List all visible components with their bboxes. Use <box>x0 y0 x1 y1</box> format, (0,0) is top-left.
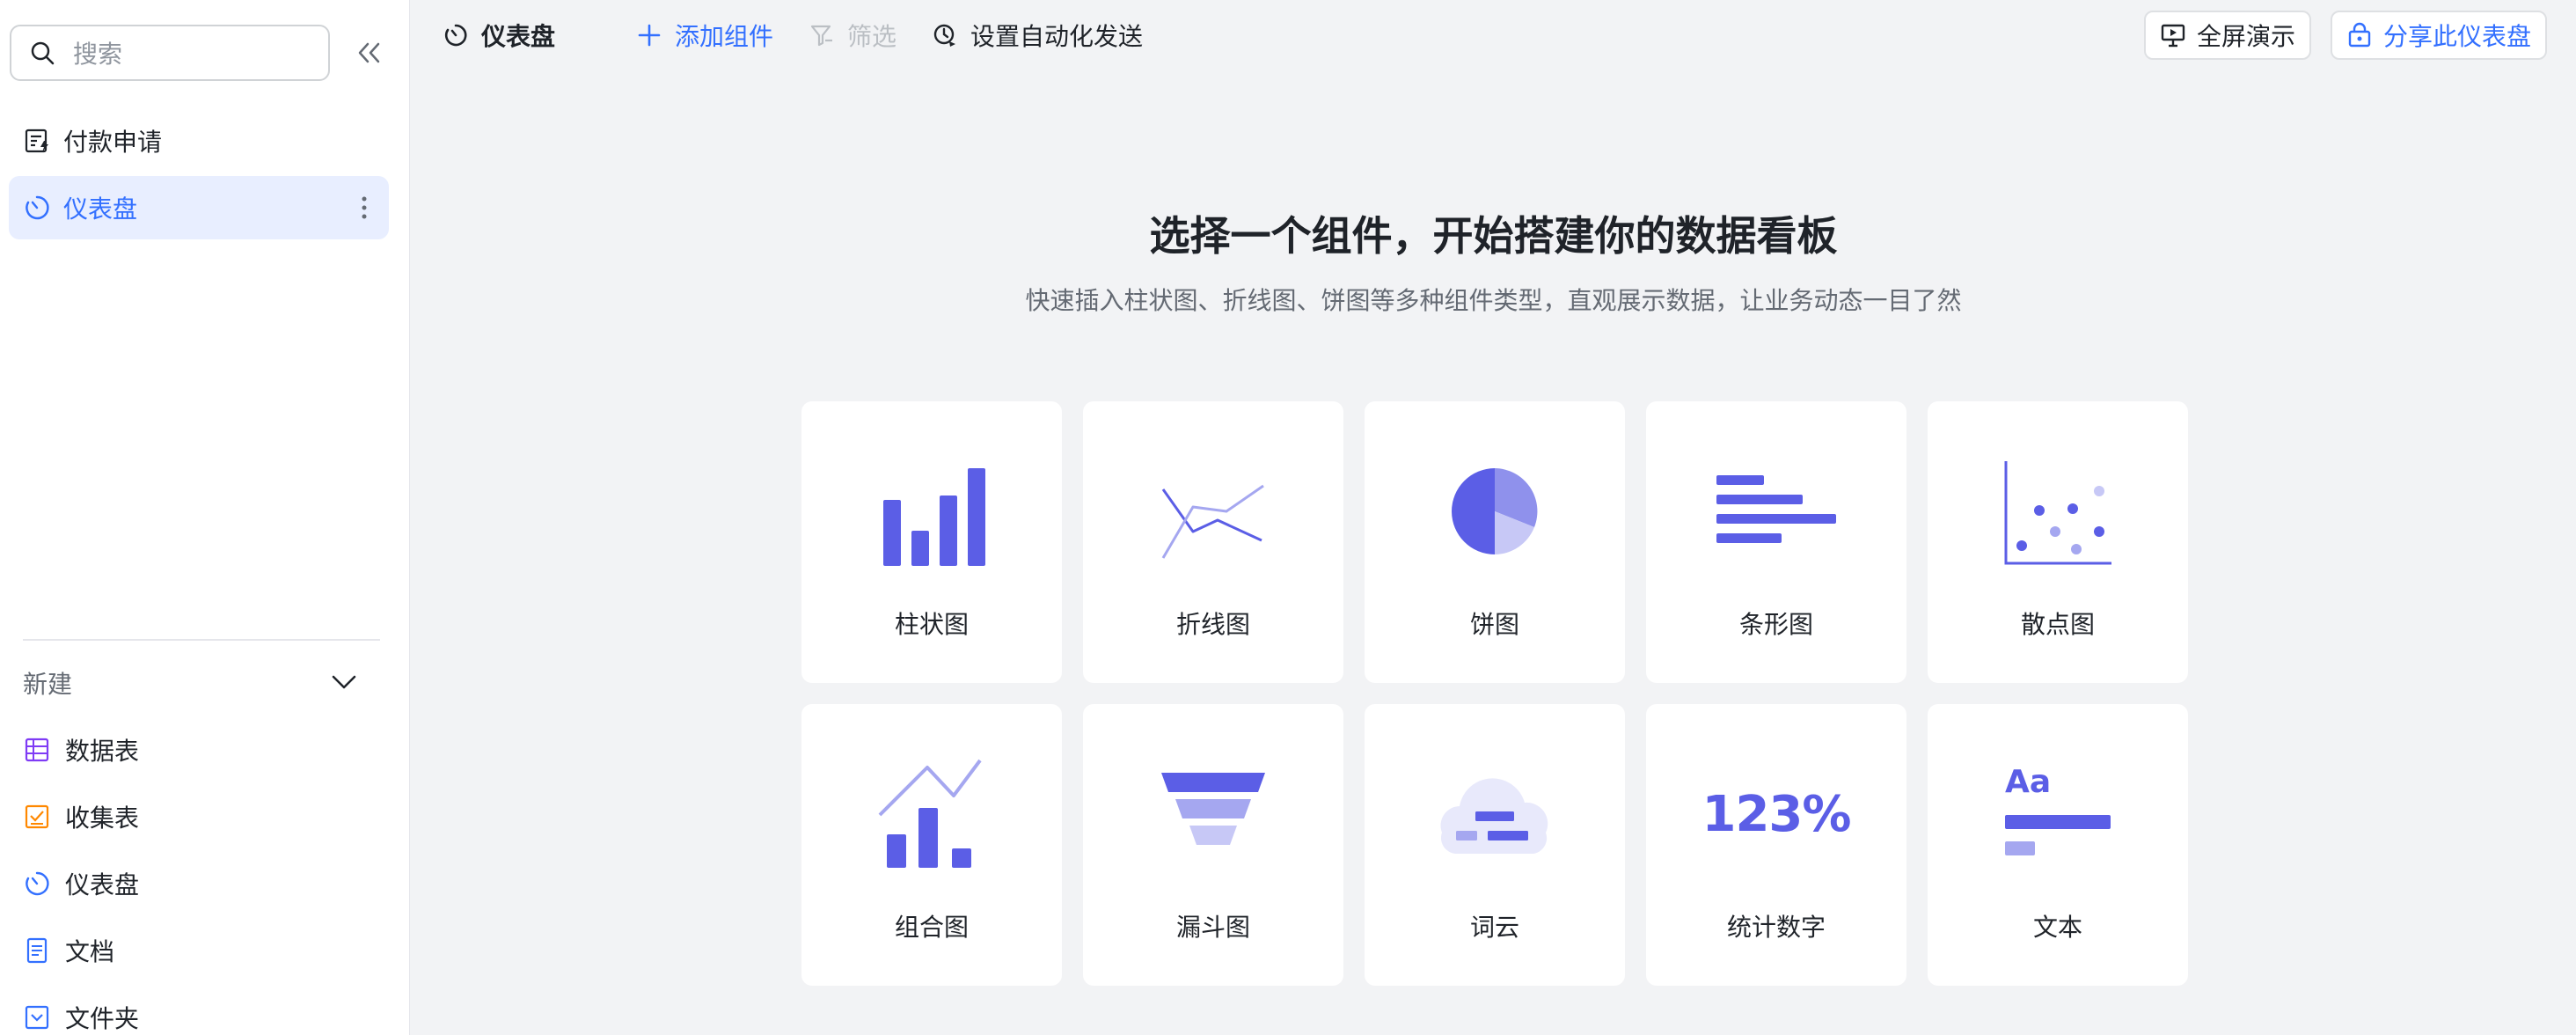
sidebar-item-dashboard[interactable]: 仪表盘 <box>9 176 389 239</box>
component-label: 文本 <box>2032 913 2082 942</box>
dashboard-icon <box>444 24 467 47</box>
share-label: 分享此仪表盘 <box>2383 22 2532 51</box>
funnel-chart-icon <box>1161 773 1265 845</box>
new-folder[interactable]: 文件夹 <box>23 996 139 1035</box>
more-options-icon[interactable] <box>361 195 368 220</box>
component-card-funnel-chart[interactable]: 漏斗图 <box>1083 704 1343 986</box>
new-item-label: 文件夹 <box>65 1004 140 1033</box>
new-dashboard[interactable]: 仪表盘 <box>23 862 139 905</box>
plus-icon <box>638 24 661 47</box>
new-item-label: 收集表 <box>65 804 140 833</box>
horizontal-bar-chart-icon <box>1716 475 1836 543</box>
auto-send-button[interactable]: 设置自动化发送 <box>932 18 1143 53</box>
word-cloud-icon <box>1440 778 1548 855</box>
component-card-word-cloud[interactable]: 词云 <box>1365 704 1625 986</box>
lock-share-icon <box>2348 22 2371 48</box>
component-card-combo-chart[interactable]: 组合图 <box>801 704 1062 986</box>
share-dashboard-button[interactable]: 分享此仪表盘 <box>2331 11 2548 60</box>
dashboard-icon <box>26 195 49 220</box>
sidebar-divider <box>23 639 380 641</box>
text-line-bar <box>2005 815 2111 829</box>
component-label: 散点图 <box>2020 610 2095 639</box>
new-section-label: 新建 <box>23 670 73 699</box>
clock-send-icon <box>933 24 955 47</box>
text-sample-aa: Aa <box>2005 764 2052 800</box>
component-label: 词云 <box>1469 913 1519 942</box>
scatter-chart-icon <box>2004 461 2111 565</box>
component-label: 组合图 <box>894 913 969 942</box>
new-document[interactable]: 文档 <box>23 929 114 972</box>
auto-send-label: 设置自动化发送 <box>970 22 1144 51</box>
search-placeholder: 搜索 <box>73 40 123 69</box>
component-label: 漏斗图 <box>1175 913 1250 942</box>
table-icon <box>25 738 49 762</box>
top-toolbar: 仪表盘 添加组件 筛选 设置自动化发送 全屏演示 分享此仪表盘 <box>411 0 2576 70</box>
collapse-sidebar-icon[interactable] <box>354 37 385 69</box>
chevron-down-icon[interactable] <box>329 669 359 695</box>
component-card-statistic-number[interactable]: 123% 统计数字 <box>1646 704 1906 986</box>
new-item-label: 数据表 <box>65 737 140 766</box>
pie-chart-icon <box>1452 468 1538 554</box>
fullscreen-present-button[interactable]: 全屏演示 <box>2144 11 2312 60</box>
combo-chart-icon <box>878 759 982 868</box>
new-item-label: 仪表盘 <box>65 870 140 899</box>
add-component-label: 添加组件 <box>675 22 774 51</box>
filter-icon <box>810 25 832 47</box>
empty-state-title: 选择一个组件，开始搭建你的数据看板 <box>1149 212 1838 260</box>
page-title-text: 仪表盘 <box>481 22 556 51</box>
text-icon: Aa <box>1928 757 2188 871</box>
sidebar: 搜索 付款申请 仪表盘 新建 数据表 收集表 仪表盘 文档 文件夹 <box>0 0 410 1035</box>
line-chart-icon <box>1161 484 1264 559</box>
statistic-number-sample: 123% <box>1701 785 1851 843</box>
component-label: 饼图 <box>1469 610 1519 639</box>
add-component-button[interactable]: 添加组件 <box>636 18 773 53</box>
form-collect-icon <box>25 804 49 829</box>
dashboard-icon <box>26 871 49 896</box>
new-data-table[interactable]: 数据表 <box>23 729 139 771</box>
form-icon <box>25 128 48 153</box>
text-line-bar-short <box>2005 841 2035 855</box>
new-collect-form[interactable]: 收集表 <box>23 796 139 838</box>
fullscreen-label: 全屏演示 <box>2197 22 2296 51</box>
empty-state-subtitle: 快速插入柱状图、折线图、饼图等多种组件类型，直观展示数据，让业务动态一目了然 <box>1025 286 1962 315</box>
sidebar-item-label: 付款申请 <box>63 128 163 157</box>
search-icon <box>31 41 55 65</box>
component-card-bar-chart[interactable]: 柱状图 <box>801 401 1062 683</box>
doc-icon <box>26 937 48 964</box>
component-label: 折线图 <box>1175 610 1250 639</box>
component-label: 柱状图 <box>894 610 969 639</box>
bar-chart-icon <box>883 468 985 566</box>
search-input[interactable]: 搜索 <box>10 25 330 81</box>
presentation-icon <box>2161 24 2185 48</box>
page-title: 仪表盘 <box>443 18 555 53</box>
sidebar-item-payment-request[interactable]: 付款申请 <box>9 109 389 172</box>
sidebar-item-label: 仪表盘 <box>63 195 138 224</box>
new-item-label: 文档 <box>65 937 115 966</box>
component-card-text[interactable]: Aa 文本 <box>1928 704 2188 986</box>
component-card-line-chart[interactable]: 折线图 <box>1083 401 1343 683</box>
folder-icon <box>25 1005 49 1030</box>
component-label: 条形图 <box>1738 610 1813 639</box>
component-card-pie-chart[interactable]: 饼图 <box>1365 401 1625 683</box>
statistic-number-icon: 123% <box>1646 757 1906 871</box>
filter-button[interactable]: 筛选 <box>809 18 896 53</box>
component-card-scatter-chart[interactable]: 散点图 <box>1928 401 2188 683</box>
filter-label: 筛选 <box>847 22 897 51</box>
component-card-horizontal-bar-chart[interactable]: 条形图 <box>1646 401 1906 683</box>
component-label: 统计数字 <box>1726 913 1826 942</box>
